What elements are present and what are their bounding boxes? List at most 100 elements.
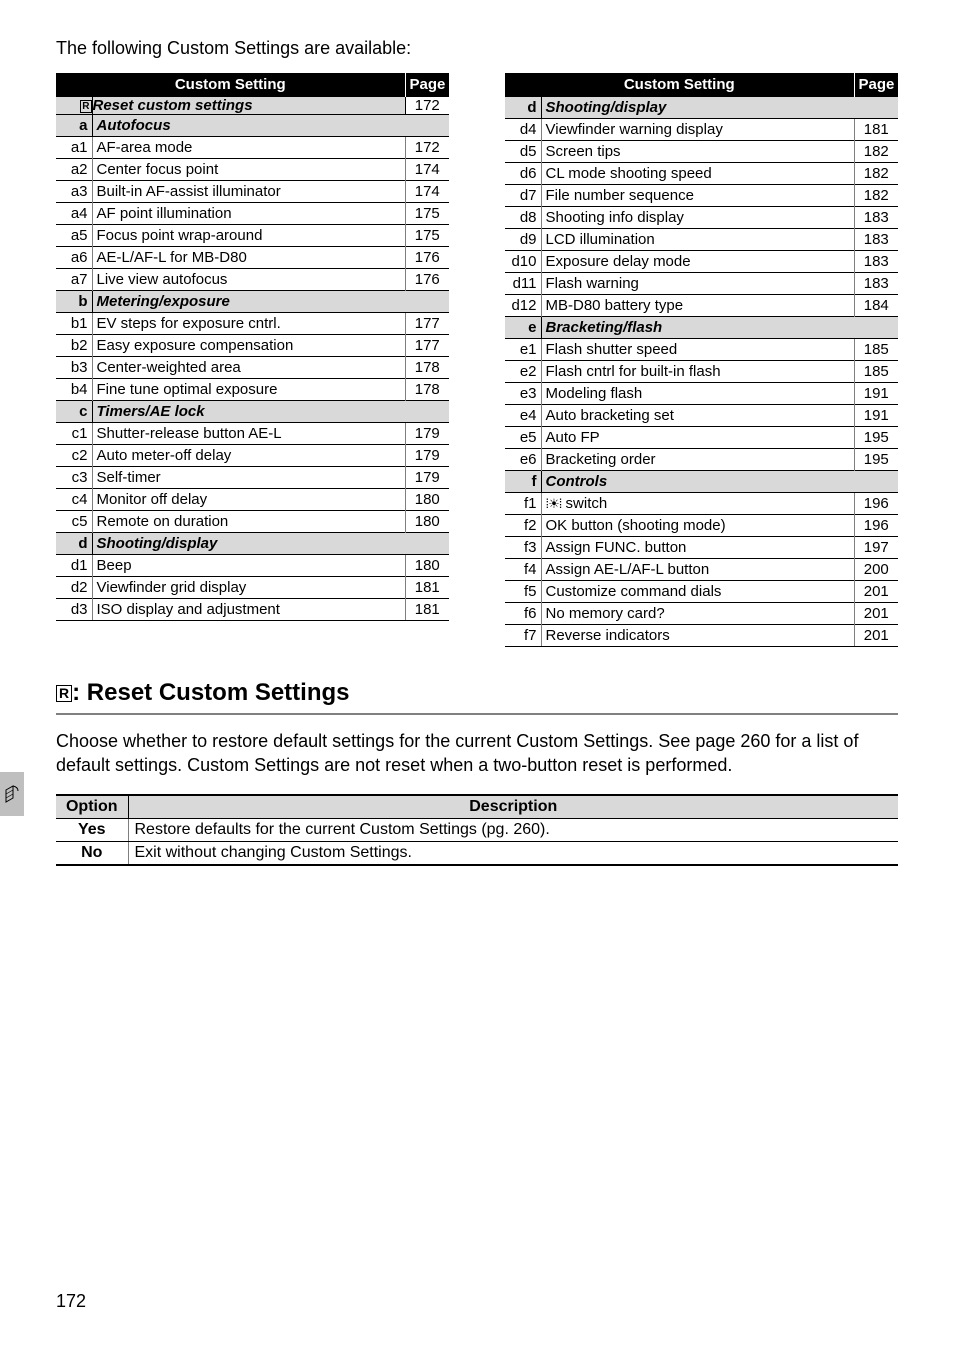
row-label-cell: AF-area mode [92, 137, 405, 159]
intro-text: The following Custom Settings are availa… [56, 38, 898, 59]
table-row: a5Focus point wrap-around175 [56, 225, 449, 247]
row-page-cell: 183 [854, 251, 898, 273]
options-header-row: OptionDescription [56, 795, 898, 819]
table-row: d6CL mode shooting speed182 [505, 163, 898, 185]
settings-table-left: Custom SettingPageRReset custom settings… [56, 73, 449, 621]
table-header-row: Custom SettingPage [505, 73, 898, 97]
row-code-cell: d9 [505, 229, 541, 251]
row-label-cell: Customize command dials [541, 581, 854, 603]
row-code-cell: d7 [505, 185, 541, 207]
row-label-cell: Remote on duration [92, 511, 405, 533]
row-page-cell: 176 [405, 269, 449, 291]
row-code-cell: f1 [505, 493, 541, 515]
group-row: dShooting/display [505, 97, 898, 119]
group-code-cell: d [56, 533, 92, 555]
table-row: f1⁞☀⁞ switch196 [505, 493, 898, 515]
row-label-cell: Viewfinder grid display [92, 577, 405, 599]
section-heading: R: Reset Custom Settings [56, 679, 898, 707]
row-code-cell: e6 [505, 449, 541, 471]
row-page-cell: 200 [854, 559, 898, 581]
option-desc-cell: Restore defaults for the current Custom … [128, 818, 898, 841]
table-row: d4Viewfinder warning display181 [505, 119, 898, 141]
row-label-cell: Flash warning [541, 273, 854, 295]
table-row: e6Bracketing order195 [505, 449, 898, 471]
row-label-cell: Live view autofocus [92, 269, 405, 291]
table-row: f2OK button (shooting mode)196 [505, 515, 898, 537]
row-code-cell: b1 [56, 313, 92, 335]
row-label-cell: Auto bracketing set [541, 405, 854, 427]
row-label-cell: Assign AE-L/AF-L button [541, 559, 854, 581]
switch-icon: ⁞☀⁞ [546, 496, 562, 511]
row-label-cell: LCD illumination [541, 229, 854, 251]
row-page-cell: 197 [854, 537, 898, 559]
row-label-cell: Modeling flash [541, 383, 854, 405]
group-code-cell: e [505, 317, 541, 339]
table-row: c4Monitor off delay180 [56, 489, 449, 511]
table-row: d11Flash warning183 [505, 273, 898, 295]
section-body-text: Choose whether to restore default settin… [56, 729, 898, 778]
row-page-cell: 195 [854, 427, 898, 449]
row-code-cell: d12 [505, 295, 541, 317]
group-label-cell: Metering/exposure [92, 291, 449, 313]
row-code-cell: d10 [505, 251, 541, 273]
row-code-cell: e3 [505, 383, 541, 405]
row-page-cell: 183 [854, 273, 898, 295]
options-row: YesRestore defaults for the current Cust… [56, 818, 898, 841]
group-code-cell: c [56, 401, 92, 423]
group-code-cell: f [505, 471, 541, 493]
row-label-cell: Viewfinder warning display [541, 119, 854, 141]
row-code-cell: b4 [56, 379, 92, 401]
reset-label-cell: Reset custom settings [92, 97, 405, 115]
table-row: e3Modeling flash191 [505, 383, 898, 405]
row-label-cell: Auto meter-off delay [92, 445, 405, 467]
row-code-cell: e2 [505, 361, 541, 383]
row-code-cell: a4 [56, 203, 92, 225]
group-code-cell: d [505, 97, 541, 119]
table-row: e5Auto FP195 [505, 427, 898, 449]
row-page-cell: 175 [405, 203, 449, 225]
group-label-cell: Timers/AE lock [92, 401, 449, 423]
row-page-cell: 182 [854, 141, 898, 163]
table-row: d7File number sequence182 [505, 185, 898, 207]
row-label-cell: Exposure delay mode [541, 251, 854, 273]
row-page-cell: 185 [854, 339, 898, 361]
table-row: a1AF-area mode172 [56, 137, 449, 159]
row-label-cell: Reverse indicators [541, 625, 854, 647]
row-page-cell: 175 [405, 225, 449, 247]
row-code-cell: a3 [56, 181, 92, 203]
row-code-cell: e1 [505, 339, 541, 361]
row-page-cell: 181 [854, 119, 898, 141]
row-page-cell: 201 [854, 581, 898, 603]
group-row: eBracketing/flash [505, 317, 898, 339]
settings-table-right: Custom SettingPagedShooting/displayd4Vie… [505, 73, 898, 647]
options-col-description: Description [128, 795, 898, 819]
row-page-cell: 191 [854, 383, 898, 405]
row-page-cell: 183 [854, 207, 898, 229]
row-code-cell: a2 [56, 159, 92, 181]
table-row: e1Flash shutter speed185 [505, 339, 898, 361]
table-row: d5Screen tips182 [505, 141, 898, 163]
table-row: b4Fine tune optimal exposure178 [56, 379, 449, 401]
table-row: a2Center focus point174 [56, 159, 449, 181]
row-code-cell: d3 [56, 599, 92, 621]
table-row: e4Auto bracketing set191 [505, 405, 898, 427]
options-table: OptionDescriptionYesRestore defaults for… [56, 794, 898, 866]
table-row: d8Shooting info display183 [505, 207, 898, 229]
heading-rule [56, 713, 898, 715]
row-label-cell: Fine tune optimal exposure [92, 379, 405, 401]
row-label-cell: Shooting info display [541, 207, 854, 229]
table-header-row: Custom SettingPage [56, 73, 449, 97]
row-label-cell: CL mode shooting speed [541, 163, 854, 185]
table-row: f5Customize command dials201 [505, 581, 898, 603]
row-page-cell: 196 [854, 493, 898, 515]
row-page-cell: 182 [854, 163, 898, 185]
row-code-cell: c3 [56, 467, 92, 489]
row-page-cell: 176 [405, 247, 449, 269]
reset-page-cell: 172 [405, 97, 449, 115]
option-desc-cell: Exit without changing Custom Settings. [128, 841, 898, 865]
reset-row: RReset custom settings172 [56, 97, 449, 115]
table-row: d9LCD illumination183 [505, 229, 898, 251]
table-row: c5Remote on duration180 [56, 511, 449, 533]
settings-tables: Custom SettingPageRReset custom settings… [56, 73, 898, 647]
group-code-cell: b [56, 291, 92, 313]
